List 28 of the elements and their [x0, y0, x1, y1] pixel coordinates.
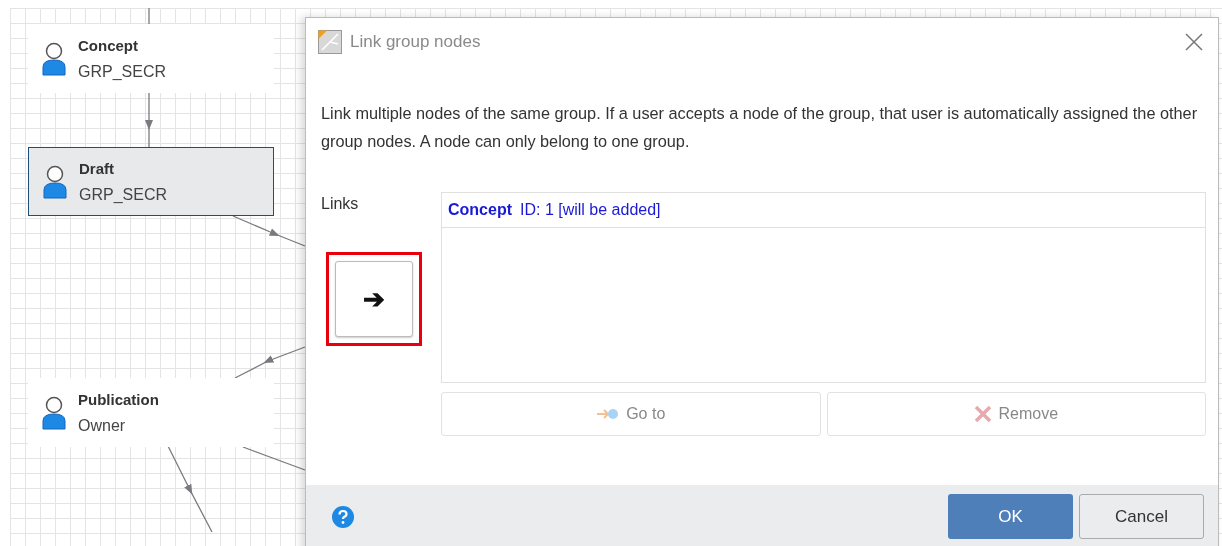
connector-line: [148, 7, 150, 25]
person-icon: [43, 164, 67, 199]
connector-line: [242, 446, 306, 471]
arrow-dot-icon: [596, 407, 621, 421]
workflow-node[interactable]: Concept GRP_SECR: [28, 24, 274, 93]
node-title: Publication: [78, 389, 159, 410]
workflow-node[interactable]: Publication Owner: [28, 378, 274, 447]
node-role: GRP_SECR: [78, 61, 167, 82]
node-title: Concept: [78, 35, 139, 56]
link-row[interactable]: Concept ID: 1 [will be added]: [442, 193, 1205, 228]
link-node-info: ID: 1 [will be added]: [520, 200, 661, 220]
help-icon[interactable]: [332, 505, 354, 528]
cancel-button[interactable]: Cancel: [1079, 494, 1204, 539]
person-icon: [42, 395, 66, 430]
dialog-title: Link group nodes: [350, 31, 481, 54]
node-title: Draft: [79, 158, 115, 179]
close-icon: [1185, 33, 1203, 51]
dialog-description: Link multiple nodes of the same group. If a user accepts a node of the group, that user is automatically assigned the other group nodes. A node can only belong to one group.: [320, 103, 1199, 152]
links-label: Links: [321, 194, 360, 214]
cross-icon: [974, 405, 993, 423]
ok-button[interactable]: OK: [948, 494, 1073, 539]
app-icon: [318, 30, 342, 54]
node-role: GRP_SECR: [79, 184, 168, 205]
add-link-button[interactable]: ➔: [335, 261, 413, 337]
link-node-name: Concept: [448, 200, 512, 220]
node-role: Owner: [78, 415, 127, 436]
person-icon: [42, 41, 66, 76]
workflow-node[interactable]: Draft GRP_SECR: [28, 147, 274, 216]
